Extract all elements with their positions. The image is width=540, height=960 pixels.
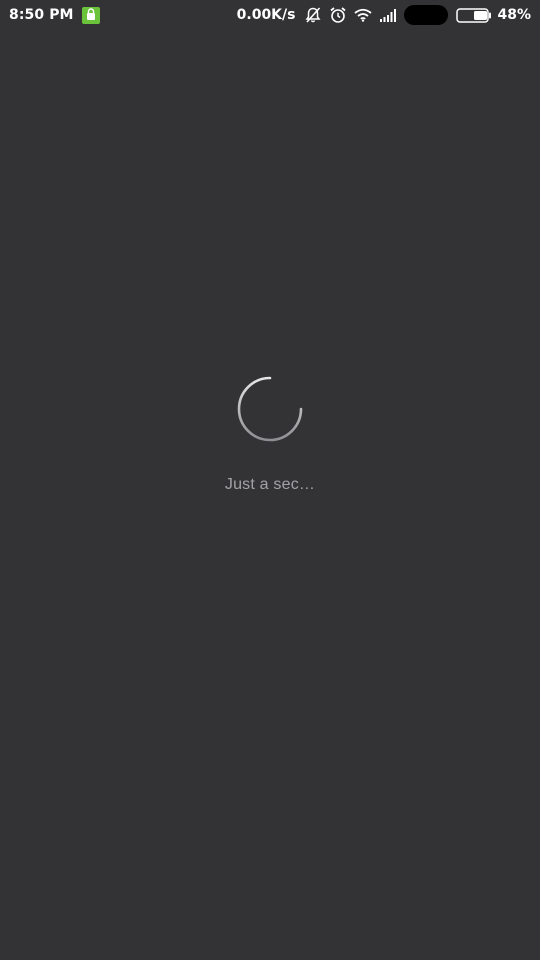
alarm-icon: [329, 6, 347, 24]
redacted-carrier-block: [404, 5, 449, 25]
network-speed: 0.00K/s: [236, 7, 296, 23]
status-bar-right: 0.00K/s 48%: [237, 5, 531, 25]
loading-spinner-icon: [237, 376, 303, 442]
app-notification-icon: [81, 6, 100, 24]
notifications-muted-icon: [304, 6, 322, 24]
battery-icon: [456, 7, 492, 23]
battery-percent: 48%: [497, 7, 531, 23]
status-bar-left: 8:50 PM: [9, 6, 100, 24]
status-bar: 8:50 PM 0.00K/s 48%: [0, 0, 540, 30]
app-screen: 8:50 PM 0.00K/s 48% Just a sec…: [0, 0, 540, 960]
cell-signal-icon: [379, 8, 397, 22]
status-time: 8:50 PM: [9, 7, 74, 23]
wifi-icon: [354, 8, 373, 22]
loading-message: Just a sec…: [224, 476, 316, 493]
loading-indicator: Just a sec…: [0, 376, 540, 494]
